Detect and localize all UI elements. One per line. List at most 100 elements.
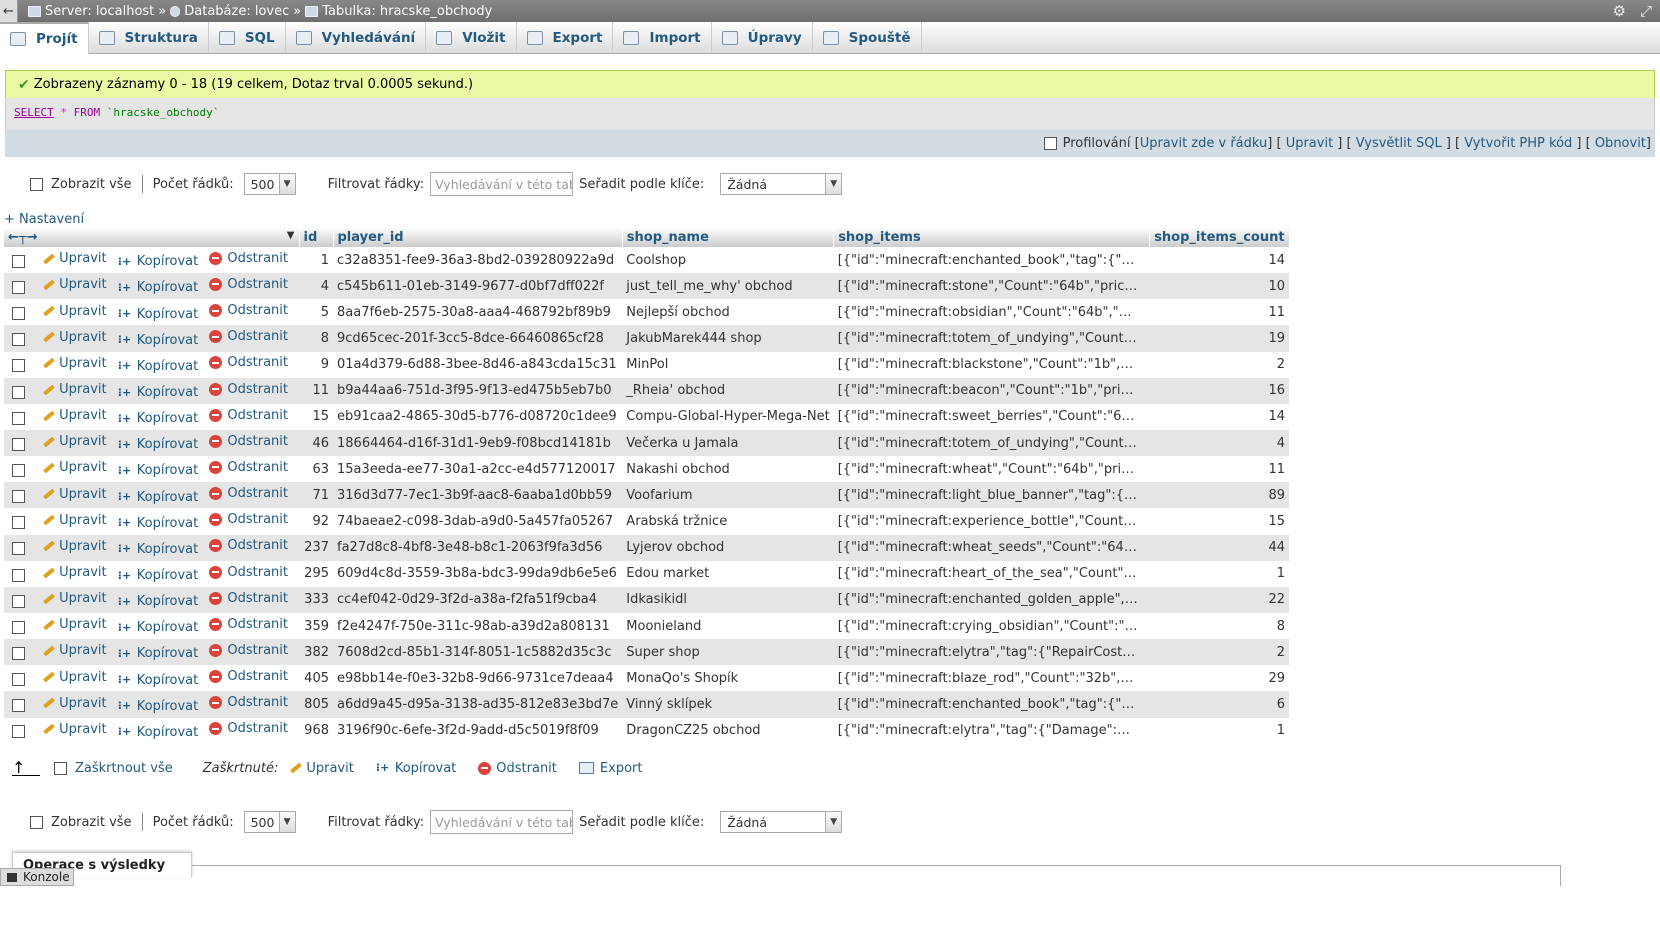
cell-shop-items-count[interactable]: 1 bbox=[1149, 717, 1290, 744]
cell-shop-name[interactable]: Nejlepší obchod bbox=[622, 299, 834, 326]
cell-id[interactable]: 968 bbox=[299, 717, 333, 744]
column-header-id[interactable]: id bbox=[299, 227, 334, 247]
bulk-delete-button[interactable]: Odstranit bbox=[478, 761, 557, 776]
row-edit-link[interactable]: Upravit bbox=[41, 356, 106, 371]
show-all-checkbox[interactable] bbox=[30, 815, 43, 829]
cell-shop-name[interactable]: JakubMarek444 shop bbox=[622, 325, 834, 352]
row-copy-link[interactable]: ⁝+ Kopírovat bbox=[118, 333, 198, 348]
row-checkbox[interactable] bbox=[12, 673, 25, 687]
cell-player-id[interactable]: 8aa7f6eb-2575-30a8-aaa4-468792bf89b9 bbox=[333, 299, 623, 326]
row-checkbox[interactable] bbox=[12, 307, 25, 321]
check-all-link[interactable]: Zaškrtnout vše bbox=[75, 761, 173, 776]
row-delete-link[interactable]: Odstranit bbox=[209, 721, 288, 736]
cell-shop-items-count[interactable]: 19 bbox=[1149, 325, 1290, 352]
back-arrow-icon[interactable]: ← bbox=[0, 0, 18, 22]
rows-select[interactable]: 500 ▼ bbox=[243, 173, 296, 195]
cell-shop-items[interactable]: [{"id":"minecraft:sweet_berries","Count"… bbox=[833, 403, 1150, 430]
row-copy-link[interactable]: ⁝+ Kopírovat bbox=[118, 359, 198, 374]
row-delete-link[interactable]: Odstranit bbox=[209, 408, 288, 423]
cell-shop-items-count[interactable]: 14 bbox=[1149, 247, 1290, 274]
bulk-copy-button[interactable]: ⁝+ Kopírovat bbox=[376, 761, 456, 776]
cell-player-id[interactable]: eb91caa2-4865-30d5-b776-d08720c1dee9 bbox=[333, 403, 623, 430]
cell-player-id[interactable]: 609d4c8d-3559-3b8a-bdc3-99da9db6e5e6 bbox=[333, 560, 623, 587]
row-edit-link[interactable]: Upravit bbox=[41, 722, 106, 737]
cell-shop-items[interactable]: [{"id":"minecraft:wheat","Count":"64b","… bbox=[833, 456, 1150, 483]
cell-shop-items[interactable]: [{"id":"minecraft:elytra","tag":{"Damage… bbox=[833, 717, 1150, 744]
cell-shop-name[interactable]: DragonCZ25 obchod bbox=[622, 717, 834, 744]
cell-player-id[interactable]: cc4ef042-0d29-3f2d-a38a-f2fa51f9cba4 bbox=[333, 586, 623, 613]
row-edit-link[interactable]: Upravit bbox=[41, 539, 106, 554]
cell-shop-items-count[interactable]: 14 bbox=[1149, 403, 1290, 430]
cell-id[interactable]: 805 bbox=[299, 691, 333, 718]
row-copy-link[interactable]: ⁝+ Kopírovat bbox=[118, 699, 198, 714]
cell-id[interactable]: 4 bbox=[299, 273, 333, 300]
row-delete-link[interactable]: Odstranit bbox=[209, 591, 288, 606]
cell-shop-items-count[interactable]: 2 bbox=[1149, 639, 1290, 666]
row-checkbox[interactable] bbox=[12, 620, 25, 634]
bulk-export-button[interactable]: Export bbox=[578, 761, 642, 776]
cell-shop-name[interactable]: Nakashi obchod bbox=[622, 456, 834, 483]
cell-shop-items[interactable]: [{"id":"minecraft:enchanted_book","tag":… bbox=[833, 691, 1150, 718]
row-delete-link[interactable]: Odstranit bbox=[209, 329, 288, 344]
cell-shop-name[interactable]: Moonieland bbox=[622, 612, 834, 640]
cell-shop-items[interactable]: [{"id":"minecraft:elytra","tag":{"Repair… bbox=[833, 639, 1150, 666]
cell-shop-items-count[interactable]: 6 bbox=[1149, 691, 1290, 718]
row-checkbox[interactable] bbox=[12, 385, 25, 399]
cell-shop-name[interactable]: Voofarium bbox=[622, 482, 834, 509]
filter-input[interactable]: Vyhledávání v této tabulce bbox=[430, 810, 574, 834]
console-button[interactable]: Konzole bbox=[0, 868, 74, 886]
row-copy-link[interactable]: ⁝+ Kopírovat bbox=[118, 463, 198, 478]
cell-shop-items-count[interactable]: 11 bbox=[1149, 456, 1290, 483]
breadcrumb-server[interactable]: Server: localhost bbox=[45, 4, 154, 19]
row-delete-link[interactable]: Odstranit bbox=[209, 643, 288, 658]
sort-select[interactable]: Žádná ▼ bbox=[720, 173, 843, 195]
cell-shop-items-count[interactable]: 29 bbox=[1149, 665, 1290, 692]
sort-select[interactable]: Žádná ▼ bbox=[720, 811, 843, 833]
cell-id[interactable]: 405 bbox=[299, 665, 333, 692]
row-copy-link[interactable]: ⁝+ Kopírovat bbox=[118, 542, 198, 557]
row-copy-link[interactable]: ⁝+ Kopírovat bbox=[118, 280, 198, 295]
column-header-shop-name[interactable]: shop_name bbox=[622, 227, 835, 247]
row-delete-link[interactable]: Odstranit bbox=[209, 434, 288, 449]
row-copy-link[interactable]: ⁝+ Kopírovat bbox=[118, 568, 198, 583]
row-checkbox[interactable] bbox=[12, 359, 25, 373]
cell-shop-items-count[interactable]: 10 bbox=[1149, 273, 1290, 300]
row-copy-link[interactable]: ⁝+ Kopírovat bbox=[118, 620, 198, 635]
edit-sql-link[interactable]: Upravit bbox=[1286, 136, 1333, 151]
tab-insert[interactable]: Vložit bbox=[426, 22, 517, 53]
cell-shop-name[interactable]: Coolshop bbox=[622, 247, 834, 274]
cell-shop-items[interactable]: [{"id":"minecraft:obsidian","Count":"64b… bbox=[833, 299, 1150, 326]
cell-shop-items[interactable]: [{"id":"minecraft:enchanted_book","tag":… bbox=[833, 247, 1150, 274]
row-copy-link[interactable]: ⁝+ Kopírovat bbox=[118, 307, 198, 322]
row-edit-link[interactable]: Upravit bbox=[41, 617, 106, 632]
cell-id[interactable]: 359 bbox=[299, 612, 333, 640]
cell-shop-items[interactable]: [{"id":"minecraft:wheat_seeds","Count":"… bbox=[833, 534, 1150, 561]
rows-select[interactable]: 500 ▼ bbox=[243, 811, 296, 833]
cell-shop-name[interactable]: Večerka u Jamala bbox=[622, 429, 834, 457]
breadcrumb-table[interactable]: Tabulka: hracske_obchody bbox=[322, 4, 492, 19]
row-checkbox[interactable] bbox=[12, 568, 25, 582]
bulk-edit-button[interactable]: Upravit bbox=[288, 761, 353, 776]
row-copy-link[interactable]: ⁝+ Kopírovat bbox=[118, 254, 198, 269]
row-edit-link[interactable]: Upravit bbox=[41, 487, 106, 502]
cell-player-id[interactable]: a6dd9a45-d95a-3138-ad35-812e83e3bd7e bbox=[333, 691, 623, 718]
cell-shop-items-count[interactable]: 2 bbox=[1149, 351, 1290, 378]
breadcrumb-database[interactable]: Databáze: lovec bbox=[184, 4, 289, 19]
row-delete-link[interactable]: Odstranit bbox=[209, 695, 288, 710]
cell-player-id[interactable]: 01a4d379-6d88-3bee-8d46-a843cda15c31 bbox=[333, 351, 623, 378]
cell-id[interactable]: 46 bbox=[299, 429, 333, 457]
cell-shop-items[interactable]: [{"id":"minecraft:blaze_rod","Count":"32… bbox=[833, 665, 1150, 692]
cell-id[interactable]: 382 bbox=[299, 639, 333, 666]
row-checkbox[interactable] bbox=[12, 699, 25, 713]
cell-id[interactable]: 5 bbox=[299, 299, 333, 326]
row-edit-link[interactable]: Upravit bbox=[41, 382, 106, 397]
row-delete-link[interactable]: Odstranit bbox=[209, 382, 288, 397]
tab-import[interactable]: Import bbox=[613, 22, 712, 53]
row-edit-link[interactable]: Upravit bbox=[41, 513, 106, 528]
cell-player-id[interactable]: c32a8351-fee9-36a3-8bd2-039280922a9d bbox=[333, 247, 623, 274]
row-copy-link[interactable]: ⁝+ Kopírovat bbox=[118, 725, 198, 740]
row-edit-link[interactable]: Upravit bbox=[41, 670, 106, 685]
cell-shop-name[interactable]: MonaQo's Shopík bbox=[622, 665, 834, 692]
cell-shop-items-count[interactable]: 16 bbox=[1149, 377, 1290, 404]
cell-shop-items[interactable]: [{"id":"minecraft:crying_obsidian","Coun… bbox=[833, 612, 1150, 640]
